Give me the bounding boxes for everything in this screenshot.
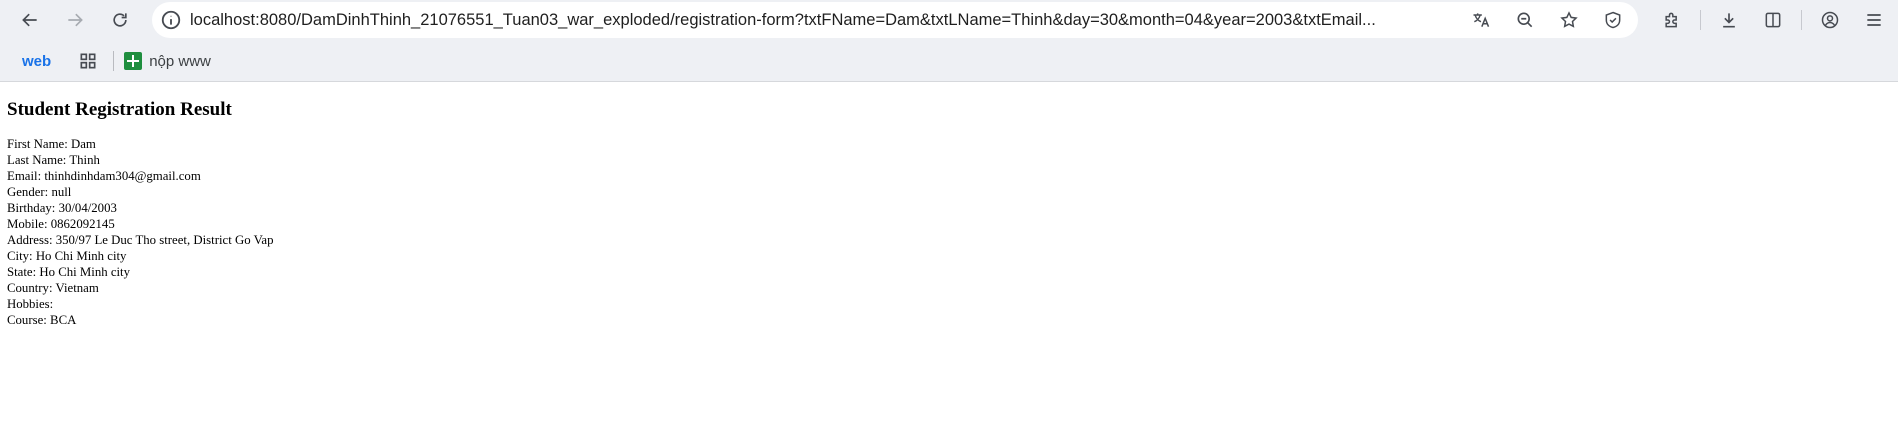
reload-button[interactable]	[102, 2, 138, 38]
download-icon	[1723, 13, 1735, 28]
bookmark-item[interactable]: nộp www	[124, 52, 211, 70]
downloads-button[interactable]	[1707, 2, 1751, 38]
translate-button[interactable]	[1462, 2, 1500, 38]
translate-icon	[1473, 13, 1490, 27]
site-info-icon[interactable]	[160, 9, 182, 31]
zoom-out-icon	[1517, 12, 1533, 28]
profile-button[interactable]	[1808, 2, 1852, 38]
field-label: Gender	[7, 185, 45, 199]
field-label: Course	[7, 313, 44, 327]
page-title: Student Registration Result	[7, 99, 232, 120]
result-last-name: Last Name: Thinh	[7, 153, 100, 167]
field-value: 30/04/2003	[58, 201, 117, 215]
result-gender: Gender: null	[7, 185, 72, 199]
field-label: Email	[7, 169, 38, 183]
result-birthday: Birthday: 30/04/2003	[7, 201, 117, 215]
field-label: Last Name	[7, 153, 63, 167]
back-button[interactable]	[12, 2, 48, 38]
result-mobile: Mobile: 0862092145	[7, 217, 115, 231]
field-value: 0862092145	[50, 217, 115, 231]
apps-button[interactable]	[73, 48, 103, 74]
bookmark-web[interactable]: web	[12, 48, 61, 74]
result-list: First Name: Dam Last Name: Thinh Email: …	[7, 136, 273, 328]
extensions-button[interactable]	[1650, 2, 1694, 38]
browser-toolbar: localhost:8080/DamDinhThinh_21076551_Tua…	[0, 0, 1898, 41]
result-email: Email: thinhdinhdam304@gmail.com	[7, 169, 201, 183]
result-first-name: First Name: Dam	[7, 137, 96, 151]
toolbar-divider	[1801, 10, 1802, 30]
field-value: BCA	[50, 313, 77, 327]
forward-icon	[68, 13, 83, 27]
google-sheets-icon	[124, 52, 143, 70]
forward-button[interactable]	[57, 2, 93, 38]
field-value: Dam	[71, 137, 96, 151]
field-value: thinhdinhdam304@gmail.com	[44, 169, 201, 183]
zoom-button[interactable]	[1506, 2, 1544, 38]
field-label: First Name	[7, 137, 65, 151]
field-value: Ho Chi Minh city	[39, 265, 131, 279]
field-value: null	[51, 185, 72, 199]
field-label: Hobbies	[7, 297, 50, 311]
result-hobbies: Hobbies:	[7, 297, 54, 311]
apps-grid-icon	[80, 53, 96, 69]
field-value: Thinh	[69, 153, 100, 167]
result-country: Country: Vietnam	[7, 281, 99, 295]
menu-icon	[1867, 14, 1881, 26]
back-icon	[22, 13, 37, 27]
field-label: City	[7, 249, 30, 263]
address-bar[interactable]: localhost:8080/DamDinhThinh_21076551_Tua…	[152, 2, 1638, 38]
page-content: Student Registration Result First Name: …	[7, 82, 273, 328]
field-label: Birthday	[7, 201, 52, 215]
result-address: Address: 350/97 Le Duc Tho street, Distr…	[7, 233, 274, 247]
field-label: Country	[7, 281, 49, 295]
extensions-icon	[1665, 12, 1677, 28]
field-value: 350/97 Le Duc Tho street, District Go Va…	[55, 233, 274, 247]
shield-icon	[1605, 11, 1621, 29]
result-city: City: Ho Chi Minh city	[7, 249, 127, 263]
bookmark-button[interactable]	[1550, 2, 1588, 38]
field-label: State	[7, 265, 33, 279]
shield-button[interactable]	[1594, 2, 1632, 38]
bookmarks-bar: web nộp www	[0, 41, 1898, 82]
toolbar-divider	[1700, 10, 1701, 30]
field-label: Address	[7, 233, 49, 247]
reload-icon	[113, 13, 127, 27]
bookmark-star-icon	[1560, 11, 1578, 28]
bookmark-label: nộp www	[149, 52, 211, 70]
profile-icon	[1821, 11, 1839, 29]
result-state: State: Ho Chi Minh city	[7, 265, 131, 279]
menu-button[interactable]	[1852, 2, 1896, 38]
field-value: Vietnam	[55, 281, 99, 295]
bookmark-divider	[113, 51, 115, 71]
field-value: Ho Chi Minh city	[35, 249, 127, 263]
url-text[interactable]: localhost:8080/DamDinhThinh_21076551_Tua…	[190, 11, 1480, 30]
result-course: Course: BCA	[7, 313, 77, 327]
side-panel-icon	[1765, 12, 1781, 28]
side-panel-button[interactable]	[1751, 2, 1795, 38]
field-label: Mobile	[7, 217, 44, 231]
